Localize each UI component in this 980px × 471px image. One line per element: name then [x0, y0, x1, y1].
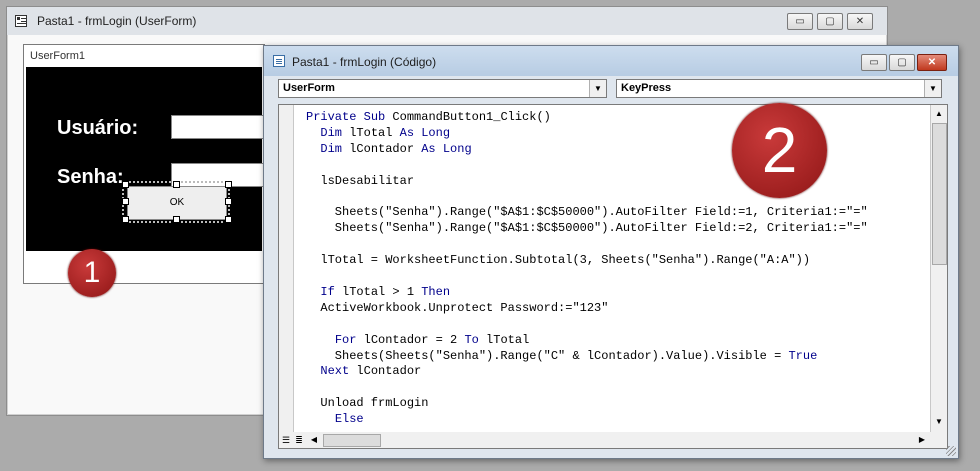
maximize-button[interactable]: ▢ [817, 13, 843, 30]
code-line[interactable]: lsDesabilitar [306, 174, 414, 188]
scroll-left-icon[interactable]: ◀ [307, 432, 321, 448]
designer-titlebar[interactable]: Pasta1 - frmLogin (UserForm) ▭ ▢ ✕ [7, 7, 887, 35]
resize-grip-icon[interactable] [946, 446, 956, 456]
maximize-button[interactable]: ▢ [889, 54, 915, 71]
usuario-input[interactable] [171, 115, 268, 139]
code-line[interactable]: Sheets("Senha").Range("$A$1:$C$50000").A… [306, 221, 868, 235]
minimize-button[interactable]: ▭ [787, 13, 813, 30]
code-window-title: Pasta1 - frmLogin (Código) [292, 55, 437, 69]
step-badge-1: 1 [68, 249, 116, 297]
code-line[interactable]: ActiveWorkbook.Unprotect Password:="123" [306, 301, 608, 315]
code-line[interactable]: For lContador = 2 To lTotal [306, 333, 529, 347]
code-line[interactable]: lTotal = WorksheetFunction.Subtotal(3, S… [306, 253, 810, 267]
senha-label: Senha: [57, 166, 124, 188]
userform-icon [15, 15, 27, 27]
userform-body[interactable]: Usuário: Senha: OK [26, 67, 268, 251]
chevron-down-icon[interactable]: ▼ [589, 80, 606, 97]
code-line[interactable]: Unload frmLogin [306, 396, 428, 410]
code-line[interactable]: Else [306, 412, 364, 426]
close-button[interactable]: ✕ [917, 54, 947, 71]
scroll-up-icon[interactable]: ▲ [931, 106, 947, 122]
code-window-icon [273, 55, 285, 67]
scroll-thumb[interactable] [932, 123, 947, 265]
object-combo[interactable]: UserForm ▼ [278, 79, 607, 98]
code-line[interactable]: Sheets("Senha").Range("$A$1:$C$50000").A… [306, 205, 868, 219]
object-combo-value: UserForm [283, 82, 335, 94]
resize-handle[interactable] [173, 216, 180, 223]
userform-title: UserForm1 [24, 45, 264, 67]
resize-handle[interactable] [225, 216, 232, 223]
code-titlebar[interactable]: Pasta1 - frmLogin (Código) ▭ ▢ ✕ [264, 46, 958, 76]
code-line[interactable]: Dim lTotal As Long [306, 126, 450, 140]
scroll-right-icon[interactable]: ▶ [915, 432, 929, 448]
code-line[interactable]: Private Sub CommandButton1_Click() [306, 110, 551, 124]
code-line[interactable]: Next lContador [306, 364, 421, 378]
resize-handle[interactable] [225, 181, 232, 188]
usuario-label: Usuário: [57, 117, 139, 139]
resize-handle[interactable] [122, 198, 129, 205]
code-margin[interactable] [279, 105, 294, 433]
procedure-view-icon[interactable]: ☰ [280, 434, 292, 446]
code-window: Pasta1 - frmLogin (Código) ▭ ▢ ✕ UserFor… [263, 45, 959, 459]
ok-button[interactable]: OK [127, 186, 227, 220]
designer-window-title: Pasta1 - frmLogin (UserForm) [37, 14, 197, 28]
resize-handle[interactable] [122, 216, 129, 223]
procedure-combo-value: KeyPress [621, 82, 672, 94]
full-module-view-icon[interactable]: ≣ [293, 434, 305, 446]
code-line[interactable]: If lTotal > 1 Then [306, 285, 450, 299]
code-editor[interactable]: ▲ ▼ Private Sub CommandButton1_Click() D… [278, 104, 948, 434]
horizontal-scrollbar[interactable]: ☰ ≣ ◀ ▶ [278, 432, 948, 449]
close-button[interactable]: ✕ [847, 13, 873, 30]
userform[interactable]: UserForm1 Usuário: Senha: OK [23, 44, 268, 284]
resize-handle[interactable] [173, 181, 180, 188]
combo-bar: UserForm ▼ KeyPress ▼ [278, 79, 944, 99]
minimize-button[interactable]: ▭ [861, 54, 887, 71]
step-badge-2: 2 [732, 103, 827, 198]
chevron-down-icon[interactable]: ▼ [924, 80, 941, 97]
scroll-down-icon[interactable]: ▼ [931, 414, 947, 430]
procedure-combo[interactable]: KeyPress ▼ [616, 79, 942, 98]
resize-handle[interactable] [122, 181, 129, 188]
code-line[interactable]: Dim lContador As Long [306, 142, 471, 156]
resize-handle[interactable] [225, 198, 232, 205]
code-line[interactable]: Sheets(Sheets("Senha").Range("C" & lCont… [306, 349, 818, 363]
vertical-scrollbar[interactable]: ▲ ▼ [930, 105, 947, 433]
horizontal-scroll-thumb[interactable] [323, 434, 381, 447]
